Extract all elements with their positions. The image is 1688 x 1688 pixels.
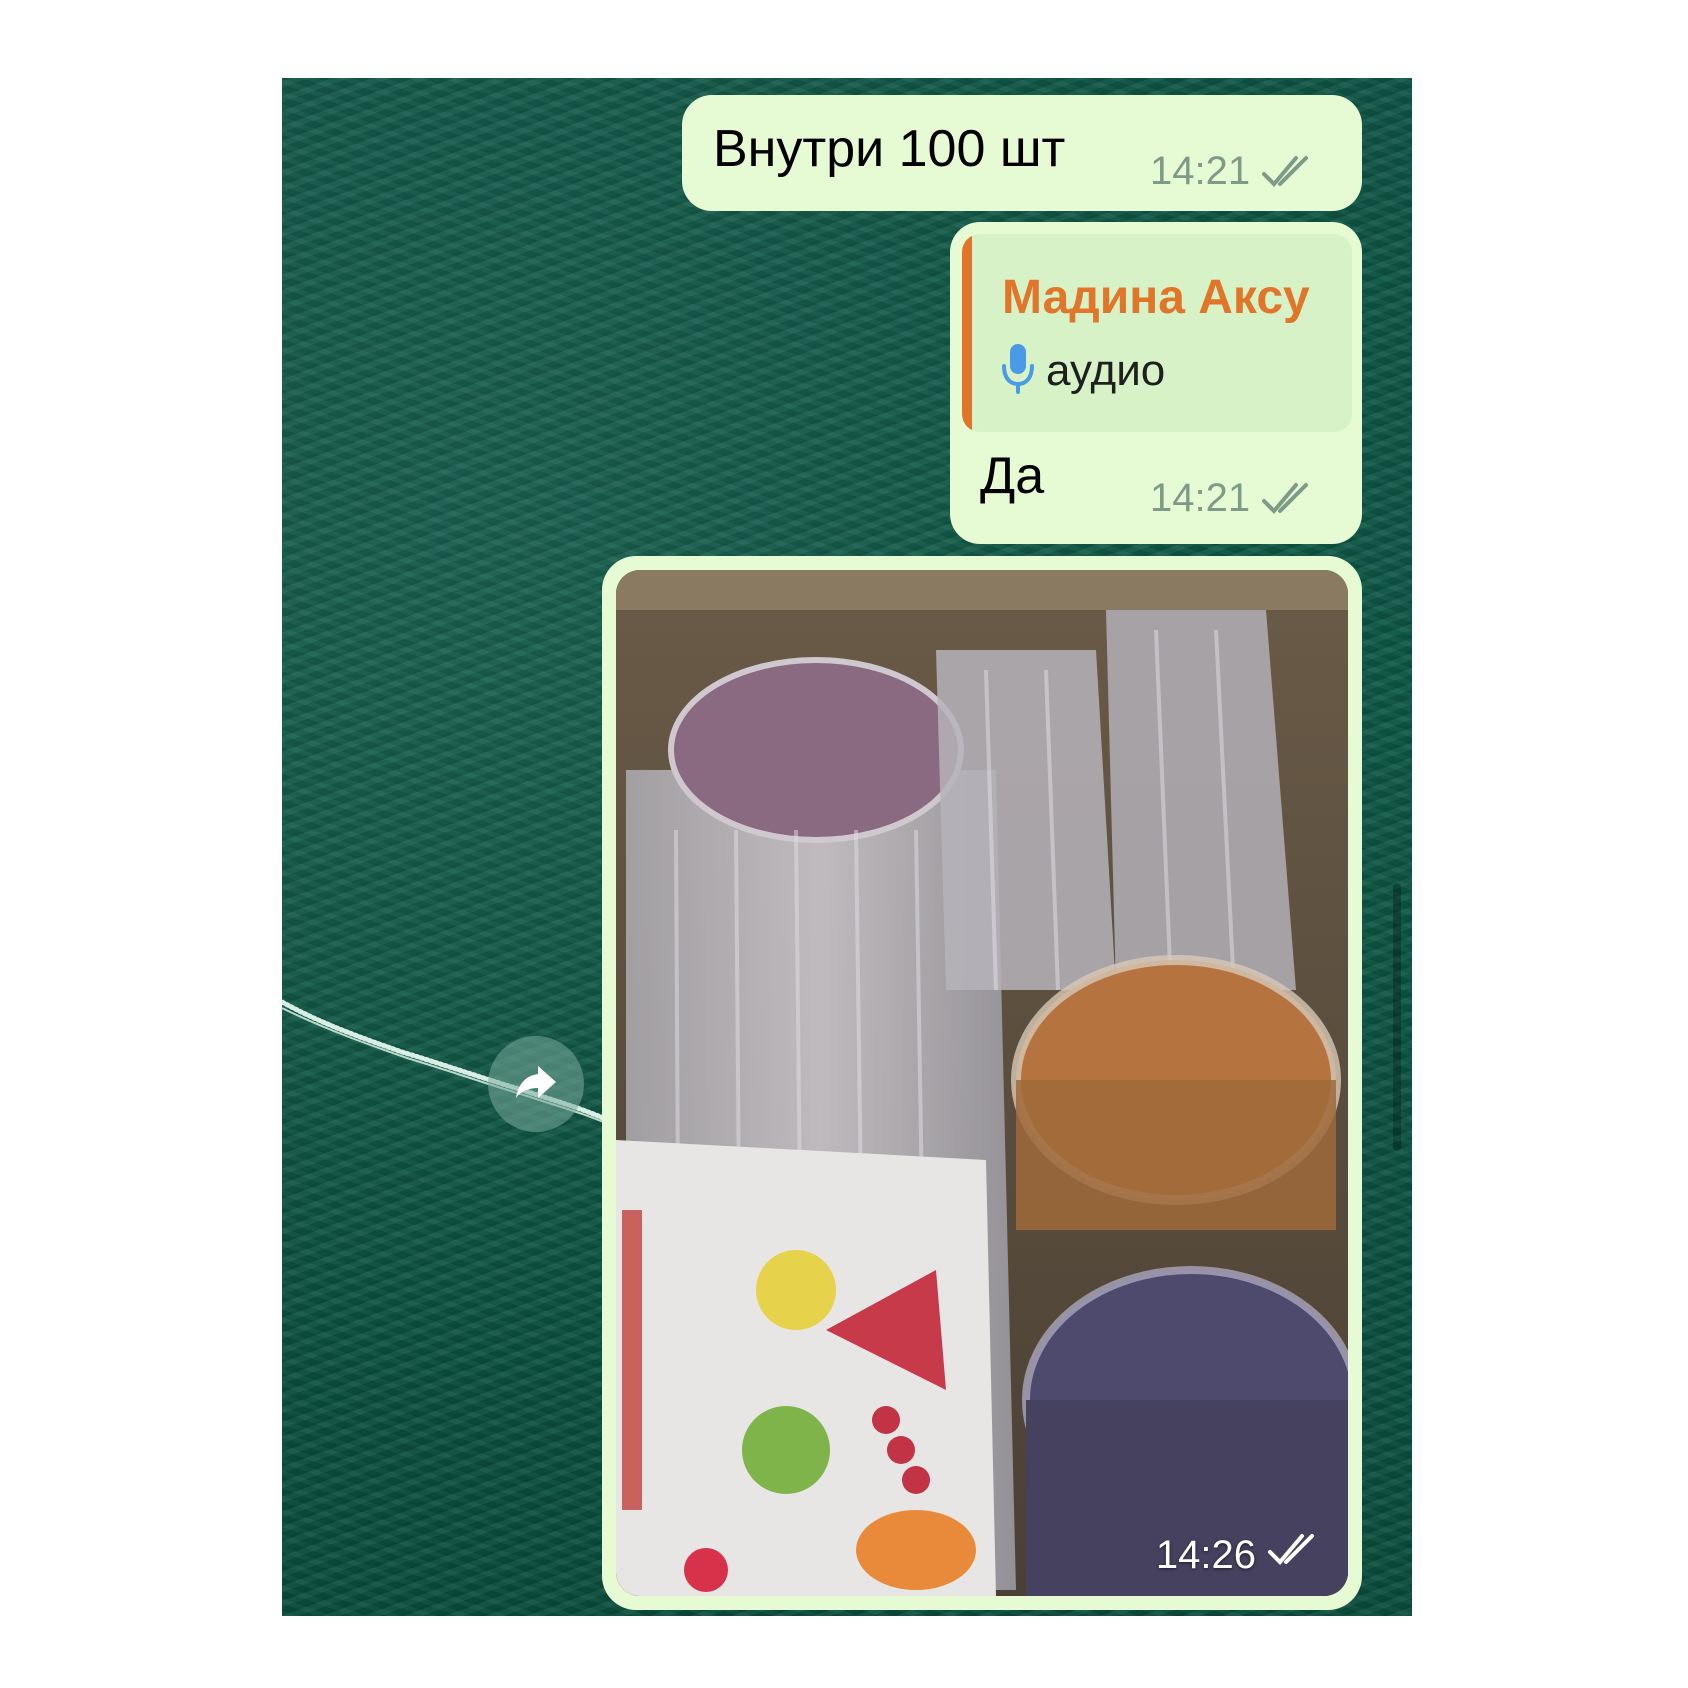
message-time: 14:21 [1150,149,1251,193]
outgoing-message-1[interactable]: Внутри 100 шт 14:21 [682,95,1362,211]
photo-content [616,570,1348,1596]
photo-meta: 14:26 [1156,1532,1322,1578]
microphone-icon [1000,342,1036,399]
message-time: 14:26 [1155,1532,1256,1577]
scrollbar[interactable] [1393,883,1401,1151]
message-time: 14:21 [1150,476,1251,520]
reply-preview: аудио [1000,342,1165,399]
chat-area: Внутри 100 шт 14:21 Мадина Аксу аудио Да… [282,78,1412,1616]
reply-preview-text: аудио [1046,345,1166,395]
double-check-icon [1266,1532,1322,1578]
double-check-icon [1260,481,1316,517]
reply-accent-bar [962,234,972,432]
forward-arrow-icon [512,1062,560,1107]
reply-quote[interactable]: Мадина Аксу аудио [962,234,1352,432]
message-text: Внутри 100 шт [713,120,1066,178]
outgoing-message-2[interactable]: Мадина Аксу аудио Да 14:21 [950,222,1362,544]
message-text: Да [980,447,1045,505]
double-check-icon [1260,154,1316,190]
photo-attachment[interactable]: 14:26 [616,570,1348,1596]
message-meta: 14:21 [1150,476,1316,521]
reply-author: Мадина Аксу [1002,271,1310,324]
message-meta: 14:21 [1150,149,1316,194]
forward-button[interactable] [488,1036,584,1132]
outgoing-photo-message[interactable]: 14:26 [602,556,1362,1610]
